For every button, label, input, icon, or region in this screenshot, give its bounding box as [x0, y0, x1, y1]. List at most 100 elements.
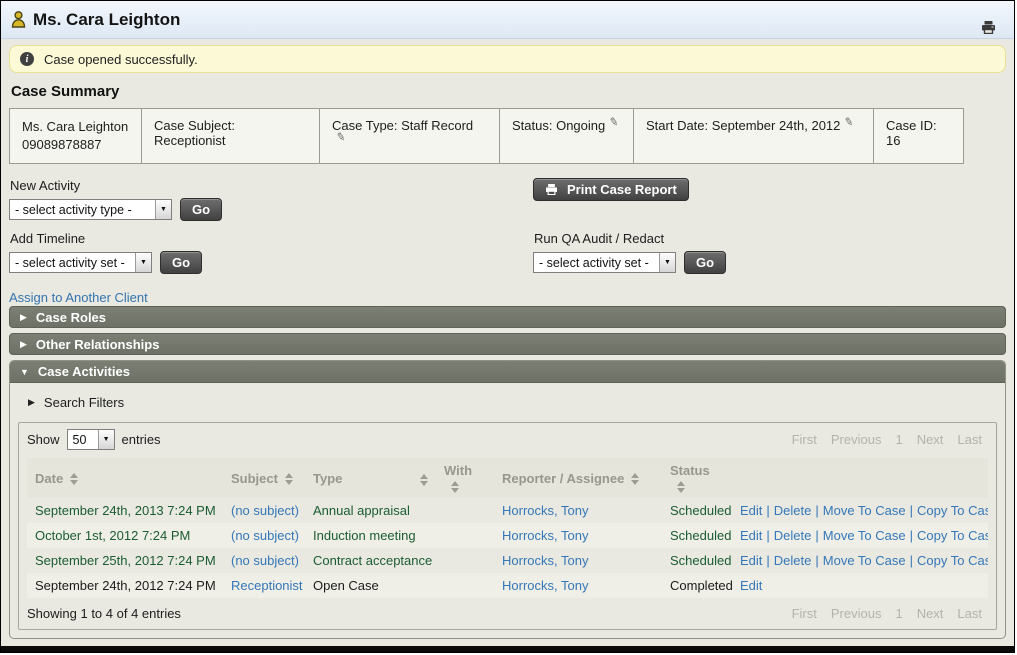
activity-subject-link-text[interactable]: (no subject)	[231, 553, 299, 568]
success-banner: i Case opened successfully.	[9, 45, 1006, 73]
qa-audit-go-button[interactable]: Go	[684, 251, 726, 274]
qa-audit-label: Run QA Audit / Redact	[534, 231, 726, 246]
section-other-relationships[interactable]: ▶ Other Relationships	[9, 333, 1006, 355]
activity-date: September 24th, 2012 7:24 PM	[27, 573, 223, 598]
activity-status-text: Scheduled	[670, 528, 731, 543]
activity-type-text: Annual appraisal	[313, 503, 410, 518]
action-separator: |	[815, 528, 818, 543]
pagination-first[interactable]: First	[792, 432, 817, 447]
pagination-last[interactable]: Last	[957, 606, 982, 621]
activity-reporter-link-text[interactable]: Horrocks, Tony	[502, 553, 588, 568]
table-header-row: Date Subject Type With Reporter / Assign…	[27, 458, 988, 498]
client-cell: Ms. Cara Leighton 09089878887	[9, 108, 142, 164]
activity-subject-link: (no subject)	[223, 498, 305, 523]
delete-link[interactable]: Delete	[774, 553, 812, 568]
print-case-report-button[interactable]: Print Case Report	[533, 178, 689, 201]
show-entries-select[interactable]: 50 ▼	[67, 429, 115, 450]
search-filters-toggle[interactable]: ▶ Search Filters	[28, 395, 997, 410]
activity-type: Contract acceptance	[305, 548, 436, 573]
pagination-1[interactable]: 1	[895, 606, 902, 621]
activity-set-select[interactable]: - select activity set - ▼	[9, 252, 152, 273]
activity-type-text: Contract acceptance	[313, 553, 432, 568]
pagination-last[interactable]: Last	[957, 432, 982, 447]
edit-pencil-icon[interactable]: ✎	[843, 116, 857, 127]
print-icon[interactable]	[981, 21, 996, 34]
pagination-next[interactable]: Next	[917, 432, 944, 447]
bottom-bar	[1, 646, 1014, 652]
banner-message: Case opened successfully.	[44, 52, 198, 67]
window: Ms. Cara Leighton i Case opened successf…	[0, 0, 1015, 653]
action-separator: |	[766, 553, 769, 568]
chevron-right-icon: ▶	[28, 397, 35, 408]
activity-actions: Edit|Delete|Move To Case|Copy To Case	[732, 498, 988, 523]
activity-status-text: Scheduled	[670, 503, 731, 518]
activity-date-text: September 24th, 2012 7:24 PM	[35, 578, 216, 593]
activity-reporter-link-text[interactable]: Horrocks, Tony	[502, 528, 588, 543]
activity-reporter-link-text[interactable]: Horrocks, Tony	[502, 578, 588, 593]
activity-actions: Edit	[732, 573, 988, 598]
activity-reporter-link-text[interactable]: Horrocks, Tony	[502, 503, 588, 518]
edit-link[interactable]: Edit	[740, 578, 762, 593]
copy-to-case-link[interactable]: Copy To Case	[917, 503, 988, 518]
column-header-reporter[interactable]: Reporter / Assignee	[494, 458, 662, 498]
section-case-activities[interactable]: ▼ Case Activities	[10, 361, 1005, 383]
pagination-next[interactable]: Next	[917, 606, 944, 621]
activity-type-select[interactable]: - select activity type - ▼	[9, 199, 172, 220]
action-separator: |	[766, 503, 769, 518]
action-separator: |	[815, 553, 818, 568]
activity-subject-link-text[interactable]: Receptionist	[231, 578, 303, 593]
chevron-down-icon: ▼	[20, 367, 29, 377]
case-activities-panel: ▼ Case Activities ▶ Search Filters Show …	[9, 360, 1006, 639]
delete-link[interactable]: Delete	[774, 503, 812, 518]
edit-pencil-icon[interactable]: ✎	[334, 131, 348, 142]
activity-subject-link-text[interactable]: (no subject)	[231, 528, 299, 543]
new-activity-go-button[interactable]: Go	[180, 198, 222, 221]
case-subject-cell: Case Subject: Receptionist	[142, 108, 320, 164]
add-timeline-label: Add Timeline	[10, 231, 1006, 246]
column-header-status[interactable]: Status	[662, 458, 732, 498]
action-separator: |	[766, 528, 769, 543]
pagination-previous[interactable]: Previous	[831, 606, 882, 621]
column-header-type[interactable]: Type	[305, 458, 436, 498]
assign-another-client-link[interactable]: Assign to Another Client	[9, 290, 148, 305]
status-cell: Status: Ongoing✎	[500, 108, 634, 164]
section-case-roles[interactable]: ▶ Case Roles	[9, 306, 1006, 328]
edit-link[interactable]: Edit	[740, 503, 762, 518]
pagination-previous[interactable]: Previous	[831, 432, 882, 447]
column-header-subject[interactable]: Subject	[223, 458, 305, 498]
edit-link[interactable]: Edit	[740, 553, 762, 568]
column-header-actions	[732, 458, 988, 498]
pagination-first[interactable]: First	[792, 606, 817, 621]
table-row: September 25th, 2012 7:24 PM (no subject)…	[27, 548, 988, 573]
page-title: Ms. Cara Leighton	[33, 10, 180, 30]
move-to-case-link[interactable]: Move To Case	[823, 553, 906, 568]
chevron-right-icon: ▶	[20, 312, 27, 323]
add-timeline-go-button[interactable]: Go	[160, 251, 202, 274]
move-to-case-link[interactable]: Move To Case	[823, 503, 906, 518]
activity-date: October 1st, 2012 7:24 PM	[27, 523, 223, 548]
activity-reporter-link: Horrocks, Tony	[494, 573, 662, 598]
column-header-date[interactable]: Date	[27, 458, 223, 498]
activity-type-text: Induction meeting	[313, 528, 416, 543]
move-to-case-link[interactable]: Move To Case	[823, 528, 906, 543]
activity-date-text: September 25th, 2012 7:24 PM	[35, 553, 216, 568]
delete-link[interactable]: Delete	[774, 528, 812, 543]
activity-reporter-link: Horrocks, Tony	[494, 498, 662, 523]
activity-reporter-link: Horrocks, Tony	[494, 523, 662, 548]
pagination-1[interactable]: 1	[895, 432, 902, 447]
activity-with	[436, 548, 494, 573]
copy-to-case-link[interactable]: Copy To Case	[917, 553, 988, 568]
case-summary-table: Ms. Cara Leighton 09089878887 Case Subje…	[9, 108, 1006, 164]
info-icon: i	[20, 52, 34, 66]
edit-pencil-icon[interactable]: ✎	[608, 116, 622, 127]
edit-link[interactable]: Edit	[740, 528, 762, 543]
case-summary-heading: Case Summary	[11, 83, 1006, 100]
activity-with	[436, 523, 494, 548]
copy-to-case-link[interactable]: Copy To Case	[917, 528, 988, 543]
sort-icon	[70, 473, 78, 485]
sort-icon	[631, 473, 639, 485]
column-header-with[interactable]: With	[436, 458, 494, 498]
activity-subject-link-text[interactable]: (no subject)	[231, 503, 299, 518]
activity-type: Induction meeting	[305, 523, 436, 548]
qa-activity-set-select[interactable]: - select activity set - ▼	[533, 252, 676, 273]
